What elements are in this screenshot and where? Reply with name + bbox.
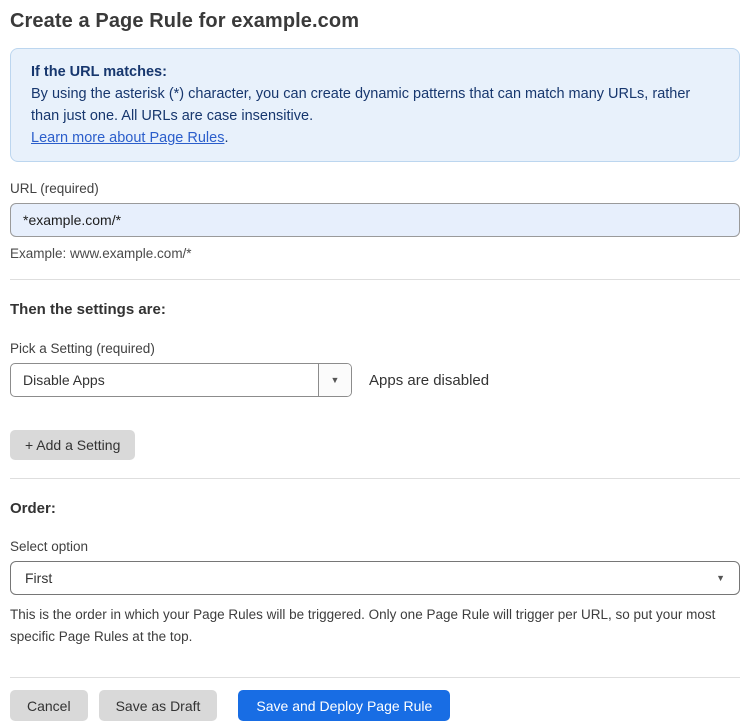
- setting-dropdown-value: Disable Apps: [23, 372, 105, 388]
- url-field-label: URL (required): [10, 181, 99, 196]
- order-select-label: Select option: [10, 539, 89, 554]
- page-rule-form: Create a Page Rule for example.com If th…: [0, 0, 750, 721]
- page-title: Create a Page Rule for example.com: [10, 10, 360, 32]
- save-and-deploy-button[interactable]: Save and Deploy Page Rule: [238, 690, 451, 721]
- setting-row: Disable Apps ▼ Apps are disabled: [10, 363, 740, 397]
- settings-section-heading: Then the settings are:: [10, 301, 166, 318]
- learn-more-link[interactable]: Learn more about Page Rules: [31, 130, 224, 146]
- url-example-text: Example: www.example.com/*: [10, 246, 192, 261]
- order-select[interactable]: First ▼: [10, 561, 740, 595]
- footer-actions: Cancel Save as Draft Save and Deploy Pag…: [10, 677, 740, 721]
- url-match-info-box: If the URL matches: By using the asteris…: [10, 48, 740, 162]
- save-as-draft-button[interactable]: Save as Draft: [98, 690, 218, 721]
- order-section-heading: Order:: [10, 500, 56, 517]
- setting-picker-label: Pick a Setting (required): [10, 341, 155, 356]
- info-box-link-line: Learn more about Page Rules.: [31, 127, 719, 149]
- divider: [10, 478, 740, 479]
- link-suffix: .: [224, 130, 229, 146]
- setting-status-text: Apps are disabled: [369, 371, 490, 389]
- info-box-body: By using the asterisk (*) character, you…: [31, 86, 691, 124]
- info-box-heading: If the URL matches:: [31, 64, 167, 80]
- add-setting-button[interactable]: + Add a Setting: [10, 430, 136, 460]
- cancel-button[interactable]: Cancel: [10, 690, 88, 721]
- setting-dropdown[interactable]: Disable Apps ▼: [10, 363, 352, 397]
- url-input[interactable]: [10, 203, 740, 237]
- chevron-down-icon: ▼: [330, 374, 340, 385]
- order-help-text: This is the order in which your Page Rul…: [10, 607, 716, 644]
- order-select-value: First: [25, 570, 53, 586]
- setting-dropdown-arrow-button[interactable]: ▼: [318, 364, 351, 396]
- divider: [10, 279, 740, 280]
- chevron-down-icon: ▼: [716, 572, 725, 583]
